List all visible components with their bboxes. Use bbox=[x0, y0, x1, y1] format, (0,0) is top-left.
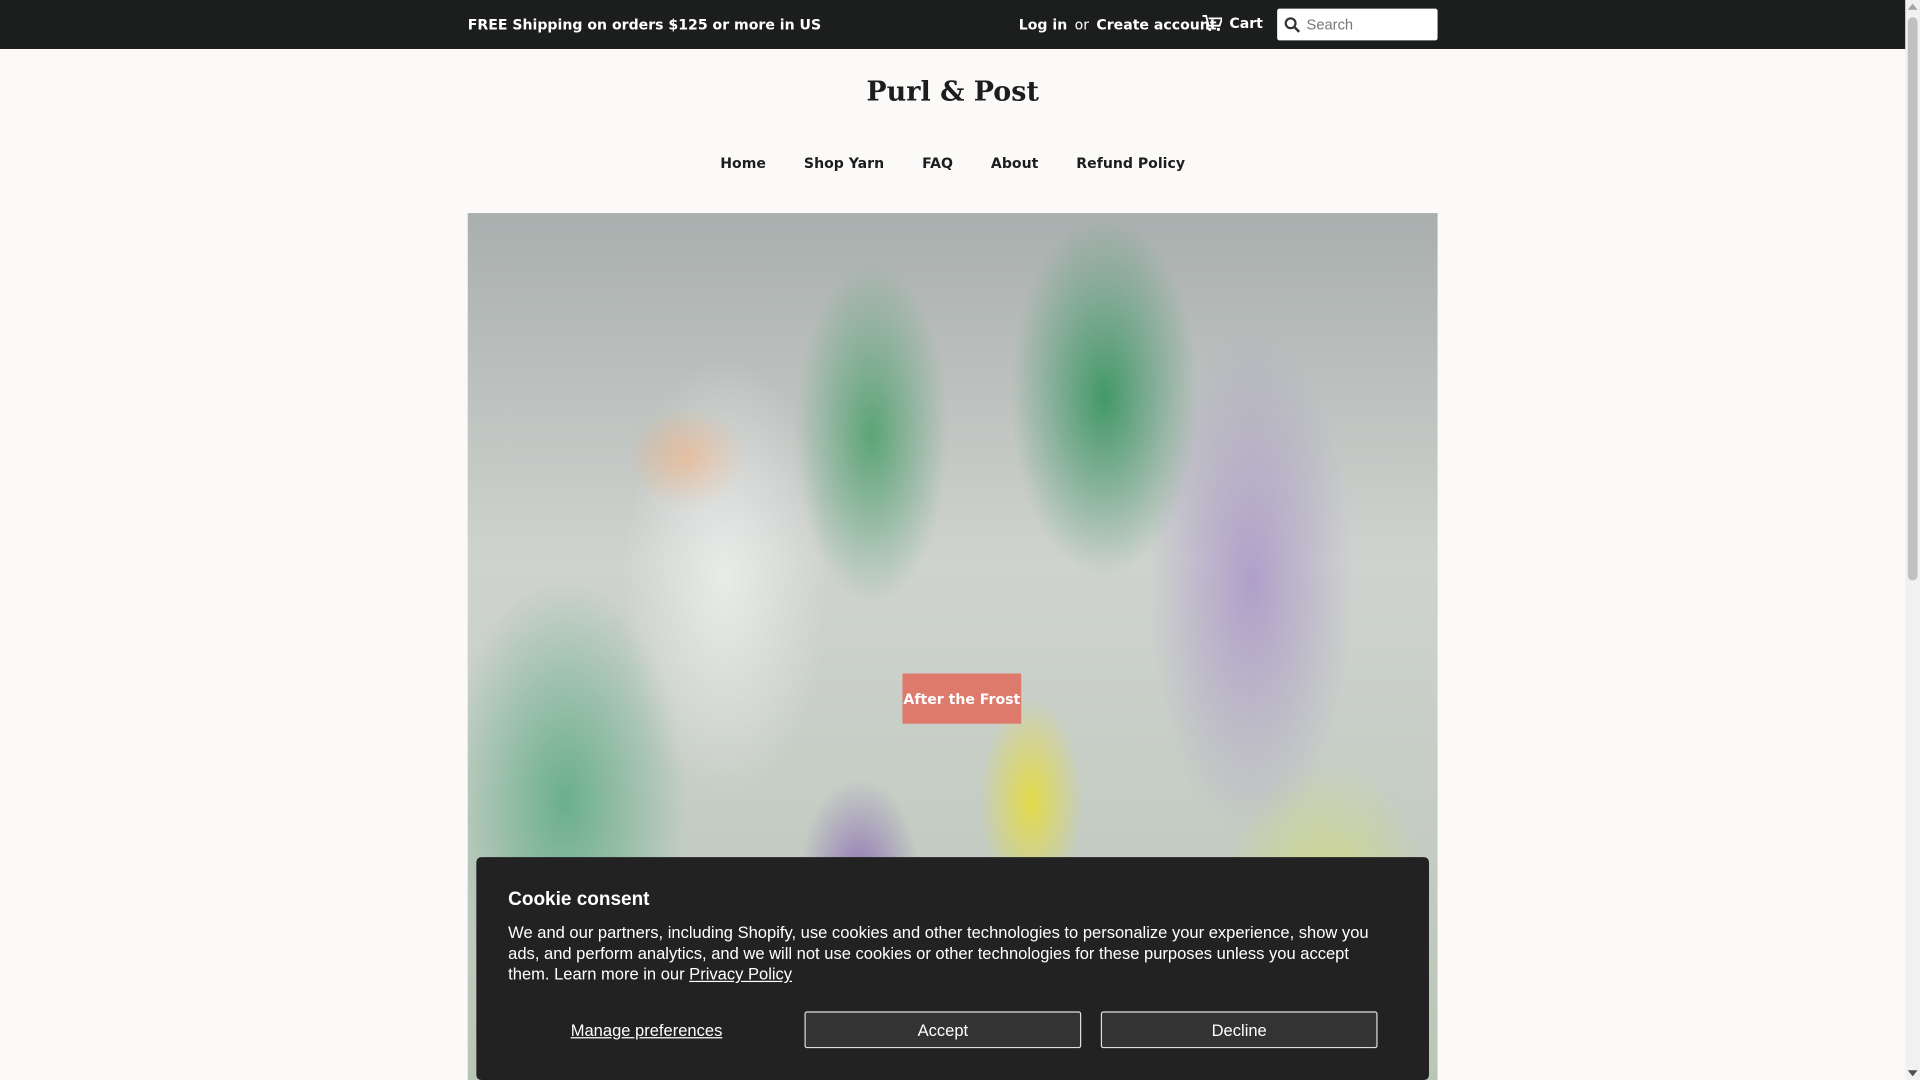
nav-home[interactable]: Home bbox=[720, 154, 766, 171]
nav-faq[interactable]: FAQ bbox=[922, 154, 953, 171]
nav-about[interactable]: About bbox=[991, 154, 1038, 171]
scroll-up-icon[interactable] bbox=[1907, 3, 1918, 10]
login-link[interactable]: Log in bbox=[1019, 16, 1067, 33]
cookie-text: We and our partners, including Shopify, … bbox=[508, 922, 1390, 984]
scroll-thumb[interactable] bbox=[1907, 17, 1918, 581]
account-links: Log in or Create account bbox=[1019, 16, 1217, 33]
search-icon[interactable] bbox=[1277, 16, 1306, 33]
search-box[interactable] bbox=[1277, 8, 1438, 41]
nav-shop-yarn[interactable]: Shop Yarn bbox=[804, 154, 884, 171]
accept-button[interactable]: Accept bbox=[804, 1011, 1082, 1049]
or-text: or bbox=[1074, 15, 1090, 34]
cart-icon bbox=[1202, 15, 1223, 31]
nav-refund-policy[interactable]: Refund Policy bbox=[1076, 154, 1185, 171]
cookie-title: Cookie consent bbox=[508, 888, 650, 910]
decline-button[interactable]: Decline bbox=[1100, 1011, 1378, 1049]
main-nav: Home Shop Yarn FAQ About Refund Policy bbox=[0, 154, 1905, 171]
shipping-promo: FREE Shipping on orders $125 or more in … bbox=[467, 15, 822, 34]
hero-cta-button[interactable]: After the Frost bbox=[902, 673, 1022, 724]
privacy-policy-link[interactable]: Privacy Policy bbox=[689, 965, 792, 983]
cookie-consent-banner: Cookie consent We and our partners, incl… bbox=[476, 857, 1429, 1080]
cart-link[interactable]: Cart bbox=[1202, 14, 1263, 32]
scroll-down-icon[interactable] bbox=[1907, 1070, 1918, 1077]
announcement-bar: FREE Shipping on orders $125 or more in … bbox=[0, 0, 1906, 49]
manage-preferences-button[interactable]: Manage preferences bbox=[508, 1011, 785, 1048]
site-logo[interactable]: Purl & Post bbox=[0, 76, 1905, 108]
create-account-link[interactable]: Create account bbox=[1096, 16, 1216, 33]
search-input[interactable] bbox=[1306, 15, 1429, 34]
page-scrollbar[interactable] bbox=[1905, 0, 1920, 1080]
cookie-body: We and our partners, including Shopify, … bbox=[508, 923, 1369, 984]
cart-label: Cart bbox=[1229, 14, 1263, 32]
